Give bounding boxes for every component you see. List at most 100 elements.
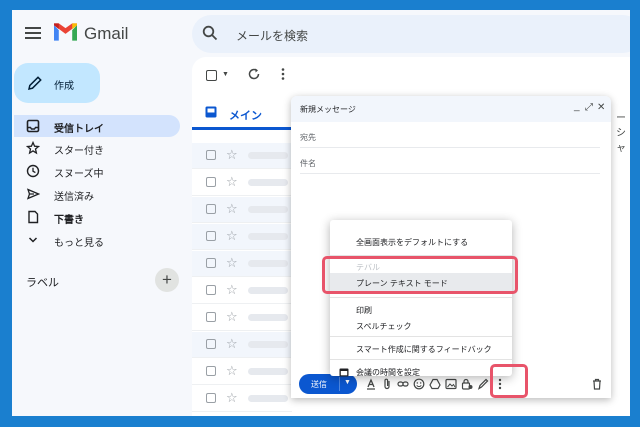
subject-field[interactable]: 件名 (300, 152, 600, 174)
email-row[interactable]: ☆ (192, 197, 292, 223)
menu-item-spellcheck[interactable]: スペルチェック (330, 316, 512, 336)
search-input[interactable]: メールを検索 (236, 27, 308, 44)
refresh-icon[interactable] (247, 67, 261, 81)
select-caret-icon[interactable]: ▼ (222, 71, 229, 78)
tab-primary[interactable]: メイン (192, 97, 302, 130)
nav-item-more[interactable]: もっと見る (14, 229, 180, 251)
nav-item-snoozed[interactable]: スヌーズ中 (14, 160, 180, 182)
sender-blur (248, 368, 288, 375)
menu-item-smart-compose-feedback[interactable]: スマート作成に関するフィードバック (330, 339, 512, 359)
row-checkbox[interactable] (206, 150, 216, 160)
search-icon[interactable] (202, 25, 218, 41)
clock-icon (26, 164, 40, 178)
sender-blur (248, 395, 288, 402)
sender-blur (248, 152, 288, 159)
row-checkbox[interactable] (206, 339, 216, 349)
email-row[interactable]: ☆ (192, 305, 292, 331)
email-row[interactable]: ☆ (192, 386, 292, 412)
to-field[interactable]: 宛先 (300, 126, 600, 148)
sender-blur (248, 287, 288, 294)
menu-item-label: 全画面表示をデフォルトにする (356, 238, 469, 247)
star-icon[interactable]: ☆ (226, 255, 238, 271)
calendar-icon (339, 368, 349, 377)
email-row[interactable]: ☆ (192, 278, 292, 304)
pencil-icon (28, 76, 42, 90)
star-icon[interactable]: ☆ (226, 336, 238, 352)
nav-label: 送信済み (54, 192, 94, 203)
chevron-down-icon (28, 237, 38, 243)
star-icon[interactable]: ☆ (226, 390, 238, 406)
inbox-tab-icon (205, 106, 217, 118)
minimize-icon[interactable]: _ (574, 101, 580, 112)
email-row[interactable]: ☆ (192, 224, 292, 250)
compose-label: 作成 (54, 81, 74, 92)
row-checkbox[interactable] (206, 231, 216, 241)
more-options-highlight (490, 364, 528, 398)
menu-divider (330, 359, 512, 360)
add-label-button[interactable]: + (155, 268, 179, 292)
nav-label: もっと見る (54, 238, 104, 249)
expand-icon[interactable]: ⤢ (585, 102, 593, 113)
nav-label: スヌーズ中 (54, 169, 104, 180)
menu-item-fullscreen-default[interactable]: 全画面表示をデフォルトにする (330, 232, 512, 252)
star-icon[interactable]: ☆ (226, 282, 238, 298)
tab-label: メイン (229, 110, 262, 122)
trash-icon[interactable] (591, 378, 603, 390)
email-row[interactable]: ☆ (192, 170, 292, 196)
row-checkbox[interactable] (206, 285, 216, 295)
more-vert-icon[interactable] (281, 68, 285, 80)
tab-social-partial[interactable]: ーシャ (616, 109, 630, 154)
menu-item-label: スマート作成に関するフィードバック (356, 345, 492, 354)
nav-label: 下書き (54, 215, 84, 226)
compose-button[interactable]: 作成 (14, 63, 100, 103)
sender-blur (248, 206, 288, 213)
main-menu-icon[interactable] (25, 27, 41, 39)
gmail-window: Gmail メールを検索 作成 受信トレイ スター付き スヌーズ中 送信済み 下… (12, 10, 630, 416)
compose-title: 新規メッセージ (300, 105, 356, 114)
to-label: 宛先 (300, 133, 316, 142)
compose-header[interactable]: 新規メッセージ _ ⤢ ✕ (291, 96, 611, 122)
row-checkbox[interactable] (206, 258, 216, 268)
nav-item-drafts[interactable]: 下書き (14, 206, 180, 228)
star-icon[interactable]: ☆ (226, 363, 238, 379)
plain-text-highlight (322, 256, 518, 294)
gmail-logo-icon (54, 23, 77, 41)
email-row[interactable]: ☆ (192, 143, 292, 169)
subject-label: 件名 (300, 159, 316, 168)
nav-item-sent[interactable]: 送信済み (14, 183, 180, 205)
star-icon[interactable]: ☆ (226, 228, 238, 244)
sender-blur (248, 233, 288, 240)
more-options-menu: 全画面表示をデフォルトにする テバル プレーン テキスト モード 印刷 スペルチ… (330, 220, 512, 377)
nav-item-starred[interactable]: スター付き (14, 137, 180, 159)
star-icon[interactable]: ☆ (226, 147, 238, 163)
sender-blur (248, 260, 288, 267)
star-icon[interactable]: ☆ (226, 309, 238, 325)
row-checkbox[interactable] (206, 204, 216, 214)
sender-blur (248, 341, 288, 348)
nav-item-inbox[interactable]: 受信トレイ (14, 115, 180, 137)
gmail-brand: Gmail (84, 24, 129, 43)
row-checkbox[interactable] (206, 393, 216, 403)
inbox-icon (26, 119, 40, 133)
draft-icon (28, 210, 39, 224)
menu-item-schedule-meeting[interactable]: 会議の時間を設定 (330, 362, 512, 382)
nav-label: スター付き (54, 146, 104, 157)
star-icon[interactable]: ☆ (226, 201, 238, 217)
email-row[interactable]: ☆ (192, 332, 292, 358)
row-checkbox[interactable] (206, 366, 216, 376)
send-icon (26, 188, 40, 200)
select-all-checkbox[interactable] (206, 70, 217, 81)
close-icon[interactable]: ✕ (597, 102, 605, 113)
sender-blur (248, 179, 288, 186)
row-checkbox[interactable] (206, 177, 216, 187)
menu-divider (330, 297, 512, 298)
menu-item-label: スペルチェック (356, 322, 412, 331)
star-icon[interactable]: ☆ (226, 174, 238, 190)
menu-item-label: 印刷 (356, 306, 372, 315)
email-row[interactable]: ☆ (192, 359, 292, 385)
send-label: 送信 (311, 380, 327, 389)
row-checkbox[interactable] (206, 312, 216, 322)
email-row[interactable]: ☆ (192, 251, 292, 277)
star-icon (26, 141, 40, 155)
search-bar[interactable]: メールを検索 (192, 15, 630, 53)
